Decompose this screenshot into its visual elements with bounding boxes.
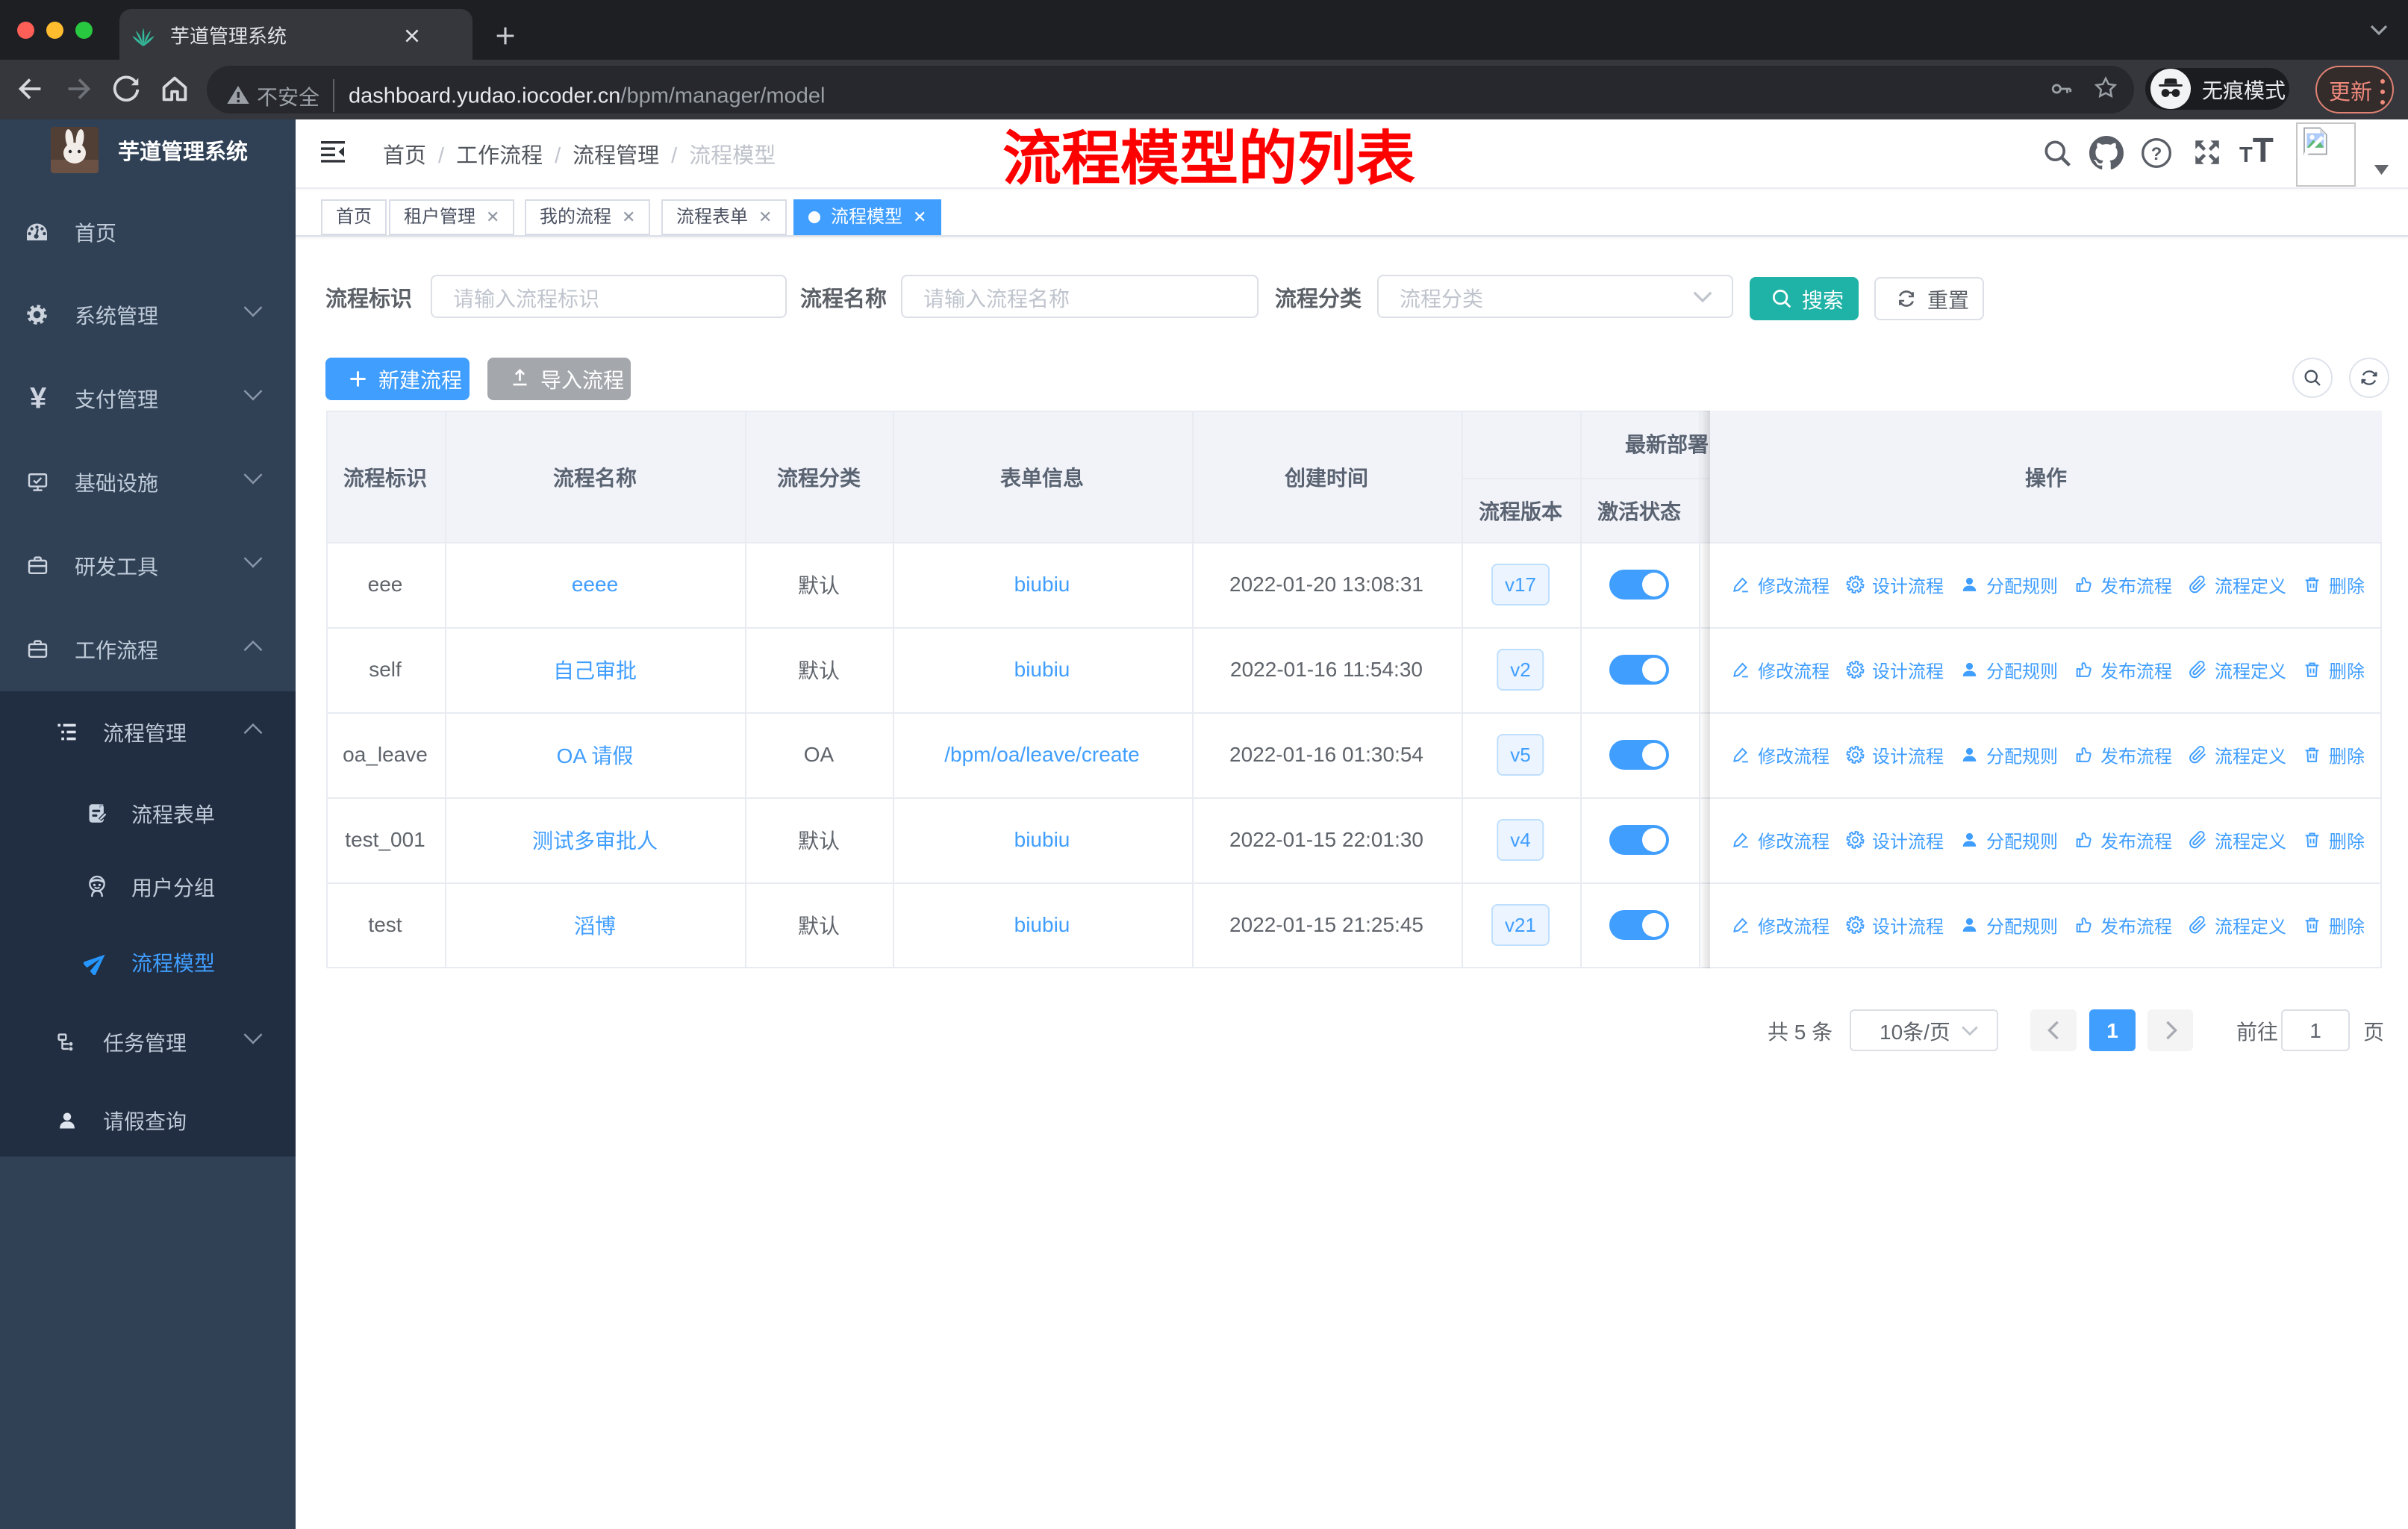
svg-text:?: ? [2151,144,2162,164]
